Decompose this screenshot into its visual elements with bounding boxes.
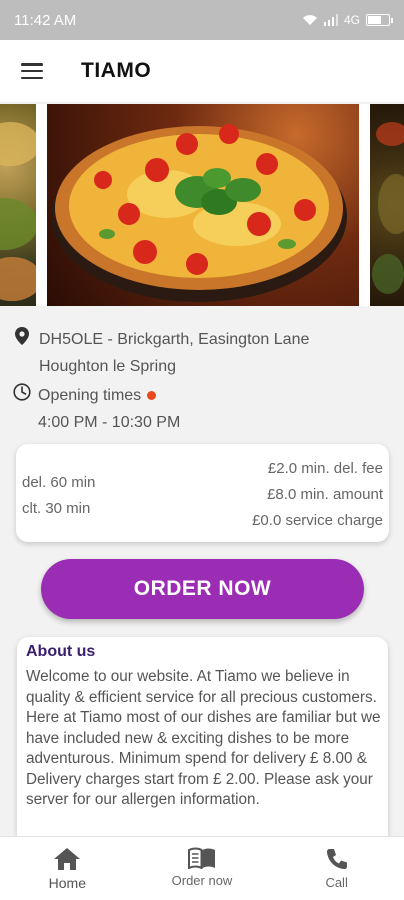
service-charge: £0.0 service charge bbox=[252, 512, 383, 529]
network-type: 4G bbox=[343, 13, 360, 27]
location-pin-icon bbox=[15, 327, 29, 345]
nav-call-label: Call bbox=[325, 875, 348, 890]
clock-icon bbox=[13, 383, 31, 401]
min-delivery-fee: £2.0 min. del. fee bbox=[267, 460, 383, 477]
bottom-navigation: Home Order now Call bbox=[0, 836, 404, 900]
open-status-dot bbox=[147, 391, 157, 401]
address-line-1: DH5OLE - Brickgarth, Easington Lane bbox=[39, 331, 310, 348]
menu-book-icon bbox=[187, 847, 215, 869]
status-time: 11:42 AM bbox=[14, 11, 77, 29]
pizza-image[interactable] bbox=[47, 104, 359, 306]
delivery-info-card: del. 60 min clt. 30 min £2.0 min. del. f… bbox=[16, 444, 389, 542]
signal-icon bbox=[323, 14, 338, 26]
location-row: DH5OLE - Brickgarth, Easington Lane Houg… bbox=[15, 326, 309, 380]
status-bar: 11:42 AM 4G bbox=[0, 0, 404, 40]
phone-icon bbox=[326, 849, 347, 869]
app-bar: TIAMO bbox=[0, 40, 404, 102]
address-line-2: Houghton le Spring bbox=[39, 358, 176, 375]
app-title: TIAMO bbox=[81, 59, 152, 82]
min-order-amount: £8.0 min. amount bbox=[267, 486, 383, 503]
carousel-slide-next[interactable] bbox=[370, 104, 404, 306]
status-icons: 4G bbox=[302, 13, 393, 27]
delivery-time: del. 60 min bbox=[22, 474, 96, 491]
nav-home-label: Home bbox=[48, 875, 86, 891]
battery-icon bbox=[366, 14, 393, 26]
about-us-card: About us Welcome to our website. At Tiam… bbox=[17, 637, 388, 837]
order-now-button[interactable]: ORDER NOW bbox=[41, 559, 364, 619]
wifi-icon bbox=[302, 15, 317, 25]
home-icon bbox=[54, 848, 81, 870]
nav-call[interactable]: Call bbox=[287, 837, 387, 900]
hamburger-menu-icon[interactable] bbox=[21, 63, 43, 79]
about-us-text: Welcome to our website. At Tiamo we beli… bbox=[26, 668, 381, 808]
image-carousel[interactable] bbox=[0, 104, 404, 306]
nav-order-now-label: Order now bbox=[171, 873, 233, 888]
opening-hours: 4:00 PM - 10:30 PM bbox=[38, 414, 181, 431]
opening-times-row: Opening times 4:00 PM - 10:30 PM bbox=[13, 382, 180, 436]
nav-order-now[interactable]: Order now bbox=[152, 837, 252, 900]
carousel-slide-previous[interactable] bbox=[0, 104, 36, 306]
about-us-title: About us bbox=[26, 643, 96, 660]
collection-time: clt. 30 min bbox=[22, 500, 91, 517]
opening-times-label: Opening times bbox=[38, 387, 142, 404]
nav-home[interactable]: Home bbox=[17, 837, 117, 900]
